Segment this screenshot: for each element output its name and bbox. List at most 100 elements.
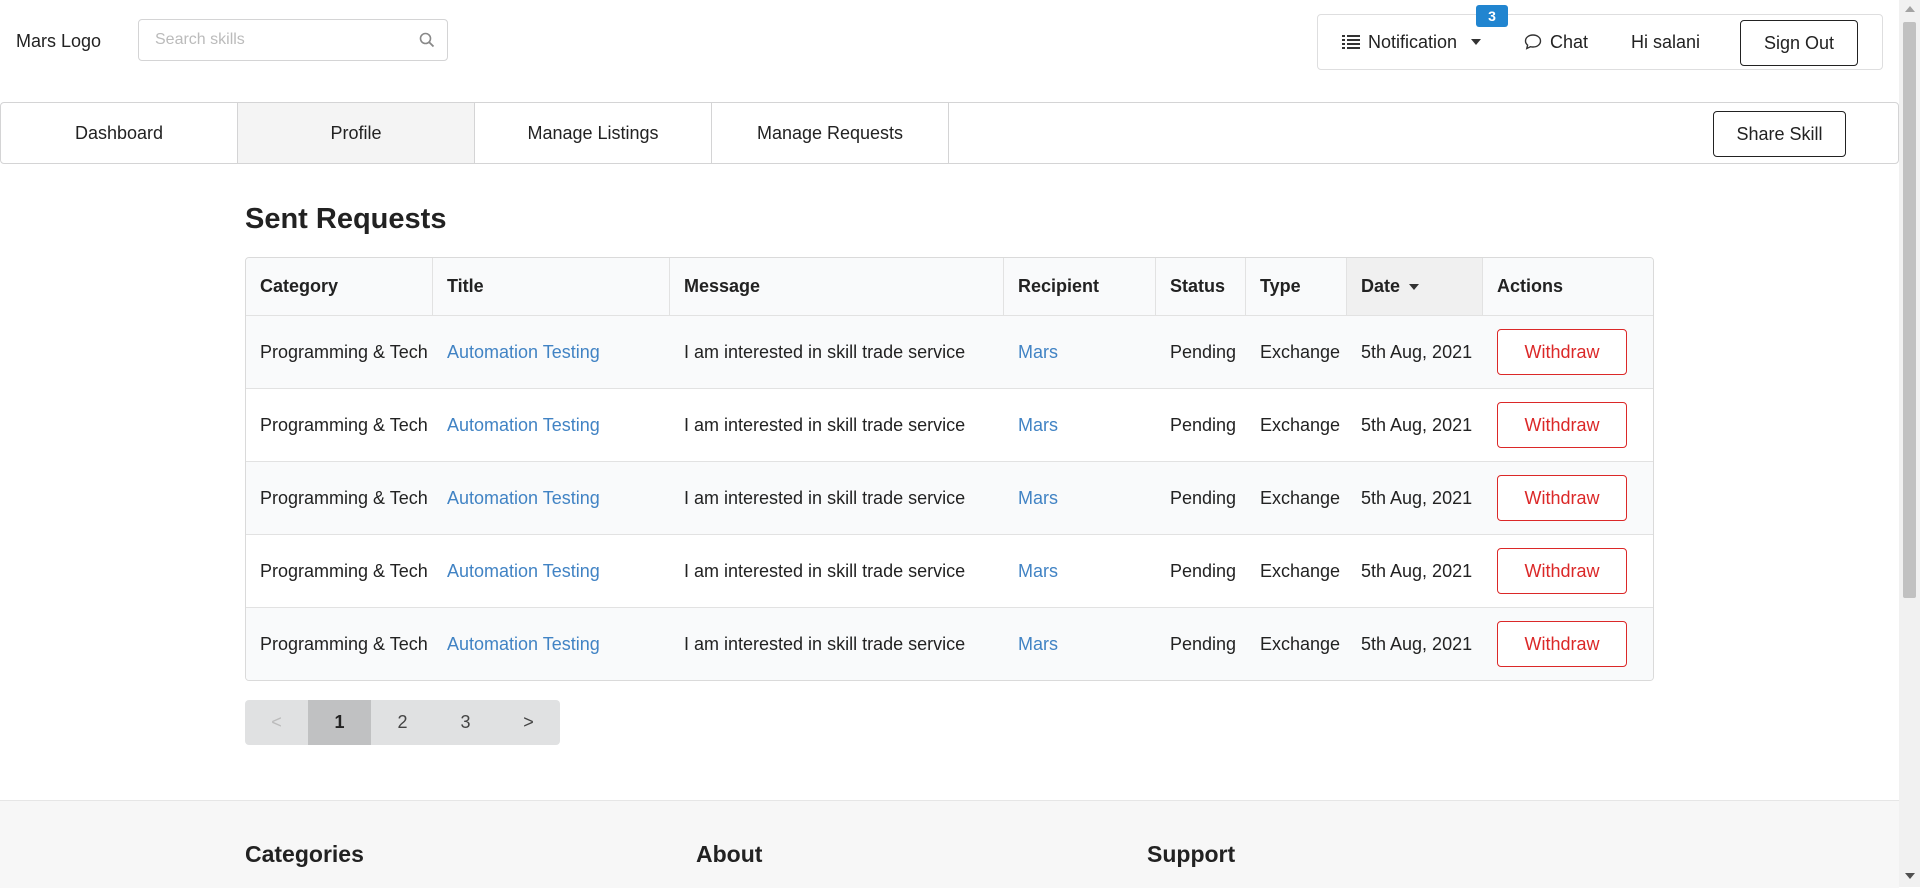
- pagination-page-3[interactable]: 3: [434, 700, 497, 745]
- chat-icon: [1524, 34, 1542, 50]
- column-header-title[interactable]: Title: [433, 258, 670, 315]
- table-cell-status: Pending: [1156, 462, 1246, 534]
- vertical-scrollbar[interactable]: [1899, 0, 1920, 887]
- main-nav: Dashboard Profile Manage Listings Manage…: [0, 102, 1899, 164]
- withdraw-button[interactable]: Withdraw: [1497, 548, 1627, 594]
- title-link[interactable]: Automation Testing: [447, 561, 600, 582]
- table-cell-date: 5th Aug, 2021: [1347, 535, 1483, 607]
- scroll-up-arrow-icon[interactable]: [1905, 6, 1915, 12]
- user-menu: Notification 3 Chat Hi salani Sign Out: [1317, 5, 1883, 70]
- table-cell-recipient: Mars: [1004, 535, 1156, 607]
- category-cell: Programming & Tech: [260, 487, 428, 508]
- category-cell: Programming & Tech: [260, 633, 428, 654]
- column-header-date[interactable]: Date: [1347, 258, 1483, 315]
- status-cell: Pending: [1170, 414, 1237, 435]
- type-cell: Exchange: [1260, 633, 1341, 654]
- sort-desc-icon: [1409, 283, 1420, 290]
- share-skill-button[interactable]: Share Skill: [1713, 111, 1846, 157]
- date-cell: 5th Aug, 2021: [1361, 633, 1473, 654]
- title-link[interactable]: Automation Testing: [447, 488, 600, 509]
- chat-label: Chat: [1550, 31, 1589, 52]
- message-cell: I am interested in skill trade service: [684, 633, 966, 654]
- table-cell-status: Pending: [1156, 389, 1246, 461]
- message-cell: I am interested in skill trade service: [684, 560, 966, 581]
- table-cell-message: I am interested in skill trade service: [670, 316, 1004, 388]
- column-header-recipient[interactable]: Recipient: [1004, 258, 1156, 315]
- column-header-status[interactable]: Status: [1156, 258, 1246, 315]
- pagination-next[interactable]: >: [497, 700, 560, 745]
- recipient-link[interactable]: Mars: [1018, 488, 1058, 509]
- table-cell-recipient: Mars: [1004, 462, 1156, 534]
- withdraw-button[interactable]: Withdraw: [1497, 402, 1627, 448]
- sign-out-button[interactable]: Sign Out: [1740, 20, 1858, 66]
- table-cell-message: I am interested in skill trade service: [670, 462, 1004, 534]
- tab-profile[interactable]: Profile: [238, 103, 475, 163]
- column-header-type[interactable]: Type: [1246, 258, 1347, 315]
- search-icon[interactable]: [419, 32, 435, 48]
- table-row: Programming & Tech Automation Testing I am…: [246, 315, 1653, 388]
- table-row: Programming & Tech Automation Testing I am…: [246, 461, 1653, 534]
- title-link[interactable]: Automation Testing: [447, 634, 600, 655]
- table-cell-title: Automation Testing: [433, 608, 670, 680]
- footer: Categories About Support: [0, 800, 1899, 888]
- withdraw-button[interactable]: Withdraw: [1497, 621, 1627, 667]
- recipient-link[interactable]: Mars: [1018, 415, 1058, 436]
- table-cell-status: Pending: [1156, 316, 1246, 388]
- withdraw-button[interactable]: Withdraw: [1497, 475, 1627, 521]
- category-cell: Programming & Tech: [260, 414, 428, 435]
- footer-heading-support: Support: [1147, 841, 1236, 867]
- pagination: < 1 2 3 >: [245, 700, 560, 745]
- table-cell-recipient: Mars: [1004, 316, 1156, 388]
- title-link[interactable]: Automation Testing: [447, 342, 600, 363]
- recipient-link[interactable]: Mars: [1018, 634, 1058, 655]
- column-header-message[interactable]: Message: [670, 258, 1004, 315]
- tab-manage-requests[interactable]: Manage Requests: [712, 103, 949, 163]
- table-cell-recipient: Mars: [1004, 389, 1156, 461]
- chat-link[interactable]: Chat: [1524, 15, 1588, 69]
- search-box: [138, 19, 448, 61]
- table-cell-title: Automation Testing: [433, 316, 670, 388]
- withdraw-button[interactable]: Withdraw: [1497, 329, 1627, 375]
- pagination-prev[interactable]: <: [245, 700, 308, 745]
- category-cell: Programming & Tech: [260, 341, 428, 362]
- type-cell: Exchange: [1260, 414, 1341, 435]
- table-cell-category: Programming & Tech: [246, 535, 433, 607]
- status-cell: Pending: [1170, 633, 1237, 654]
- column-header-date-label: Date: [1361, 276, 1401, 296]
- footer-heading-categories: Categories: [245, 841, 364, 867]
- tab-manage-listings[interactable]: Manage Listings: [475, 103, 712, 163]
- recipient-link[interactable]: Mars: [1018, 561, 1058, 582]
- message-cell: I am interested in skill trade service: [684, 341, 966, 362]
- table-cell-message: I am interested in skill trade service: [670, 389, 1004, 461]
- table-row: Programming & Tech Automation Testing I am…: [246, 607, 1653, 680]
- column-header-category[interactable]: Category: [246, 258, 433, 315]
- date-cell: 5th Aug, 2021: [1361, 414, 1473, 435]
- type-cell: Exchange: [1260, 341, 1341, 362]
- user-greeting: Hi salani: [1631, 31, 1701, 52]
- notification-dropdown[interactable]: Notification: [1342, 15, 1482, 69]
- message-cell: I am interested in skill trade service: [684, 487, 966, 508]
- pagination-page-1[interactable]: 1: [308, 700, 371, 745]
- table-cell-type: Exchange: [1246, 535, 1347, 607]
- tab-dashboard[interactable]: Dashboard: [1, 103, 238, 163]
- title-link[interactable]: Automation Testing: [447, 415, 600, 436]
- scroll-down-arrow-icon[interactable]: [1905, 873, 1915, 879]
- pagination-page-2[interactable]: 2: [371, 700, 434, 745]
- table-cell-actions: Withdraw: [1483, 462, 1653, 534]
- table-cell-date: 5th Aug, 2021: [1347, 389, 1483, 461]
- date-cell: 5th Aug, 2021: [1361, 560, 1473, 581]
- status-cell: Pending: [1170, 487, 1237, 508]
- logo[interactable]: Mars Logo: [16, 31, 101, 52]
- table-cell-title: Automation Testing: [433, 389, 670, 461]
- table-cell-category: Programming & Tech: [246, 389, 433, 461]
- recipient-link[interactable]: Mars: [1018, 342, 1058, 363]
- table-cell-type: Exchange: [1246, 316, 1347, 388]
- column-header-actions: Actions: [1497, 276, 1564, 296]
- table-cell-category: Programming & Tech: [246, 316, 433, 388]
- date-cell: 5th Aug, 2021: [1361, 341, 1473, 362]
- notification-count-badge: 3: [1476, 5, 1508, 27]
- sent-requests-table: Category Title Message Recipient Status …: [245, 257, 1654, 681]
- search-input[interactable]: [139, 20, 425, 60]
- scrollbar-thumb[interactable]: [1903, 22, 1916, 598]
- status-cell: Pending: [1170, 341, 1237, 362]
